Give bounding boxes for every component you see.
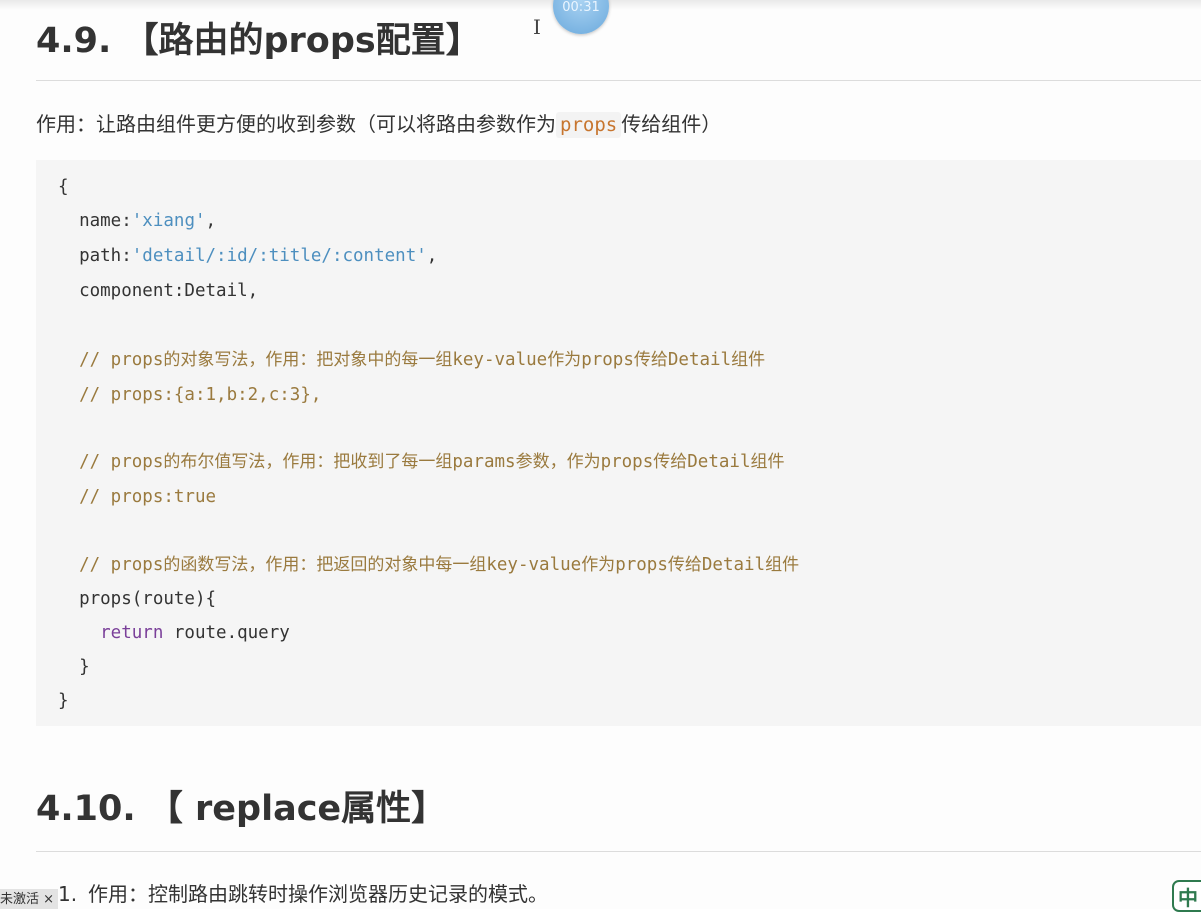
code-comment-line: // props的对象写法，作用：把对象中的每一组key-value作为prop…: [58, 345, 765, 375]
comment-text: 的布尔值写法，作用：把收到了每一组: [163, 452, 453, 472]
code-line: {: [58, 177, 69, 197]
code-key: name:: [58, 211, 132, 231]
comment-text: 作为: [581, 555, 616, 575]
comment-text: 传给: [653, 452, 688, 472]
document-page: 4.9. 【路由的props配置】 作用：让路由组件更方便的收到参数（可以将路由…: [0, 0, 1201, 912]
comment-text: props: [615, 555, 668, 575]
props-description: 作用：让路由组件更方便的收到参数（可以将路由参数作为 props 传给组件）: [36, 109, 721, 140]
comment-text: // props: [58, 350, 164, 370]
section-heading-replace: 4.10. 【 replace属性】: [36, 789, 447, 829]
comment-text: 传给: [667, 555, 702, 575]
code-key: path:: [58, 246, 132, 266]
comment-text: 作为: [547, 350, 582, 370]
list-text: 作用：控制路由跳转时操作浏览器历史记录的模式。: [88, 882, 548, 906]
code-block: { name:'xiang', path:'detail/:id/:title/…: [36, 160, 1201, 726]
code-line: path:'detail/:id/:title/:content',: [58, 241, 437, 271]
code-string: 'detail/:id/:title/:content': [131, 246, 427, 266]
comment-text: 的函数写法，作用：把返回的对象中每一组: [163, 555, 487, 575]
description-suffix: 传给组件）: [621, 112, 722, 136]
comment-text: Detail: [667, 350, 732, 370]
code-line: name:'xiang',: [58, 206, 216, 236]
timer-text: 00:31: [562, 0, 600, 15]
comment-text: 组件: [750, 452, 785, 472]
comment-text: 的对象写法，作用：把对象中的每一组: [163, 350, 453, 370]
code-comment-line: // props:{a:1,b:2,c:3},: [58, 385, 322, 405]
code-string: 'xiang': [131, 211, 206, 231]
code-line: }: [58, 657, 90, 677]
code-line: return route.query: [58, 618, 290, 648]
comment-text: props: [581, 350, 634, 370]
code-comment-line: // props的布尔值写法，作用：把收到了每一组params参数，作为prop…: [58, 447, 784, 477]
code-comment-line: // props的函数写法，作用：把返回的对象中每一组key-value作为pr…: [58, 550, 799, 580]
code-line: props(route){: [58, 589, 217, 609]
comment-text: params: [452, 452, 516, 472]
list-number: 1.: [58, 882, 78, 906]
code-keyword-return: return: [58, 623, 164, 643]
comment-text: key-value: [486, 555, 582, 575]
comment-text: key-value: [452, 350, 548, 370]
code-punct: ,: [426, 246, 438, 266]
ime-indicator-icon[interactable]: 中: [1172, 880, 1201, 912]
code-punct: ,: [205, 211, 217, 231]
code-comment-line: // props:true: [58, 487, 217, 507]
comment-text: Detail: [687, 452, 751, 472]
code-line: }: [58, 691, 69, 711]
activation-tag[interactable]: 未激活 ×: [0, 889, 59, 909]
code-line: component:Detail,: [58, 281, 259, 301]
text-cursor-icon: I: [533, 15, 541, 39]
recording-timer-bubble[interactable]: 00:31: [553, 0, 609, 34]
section-heading-props: 4.9. 【路由的props配置】: [36, 21, 481, 61]
comment-text: // props: [58, 452, 164, 472]
comment-text: 传给: [633, 350, 668, 370]
comment-text: props: [600, 452, 654, 472]
heading-divider: [36, 851, 1201, 852]
comment-text: 组件: [765, 555, 800, 575]
heading-divider: [36, 80, 1201, 81]
inline-code-props: props: [556, 112, 622, 138]
list-item: 1. 作用：控制路由跳转时操作浏览器历史记录的模式。: [58, 878, 548, 910]
comment-text: // props: [58, 555, 164, 575]
comment-text: 参数，作为: [515, 452, 601, 472]
comment-text: Detail: [701, 555, 766, 575]
comment-text: 组件: [731, 350, 766, 370]
code-expression: route.query: [163, 623, 290, 643]
description-prefix: 作用：让路由组件更方便的收到参数（可以将路由参数作为: [36, 112, 556, 136]
